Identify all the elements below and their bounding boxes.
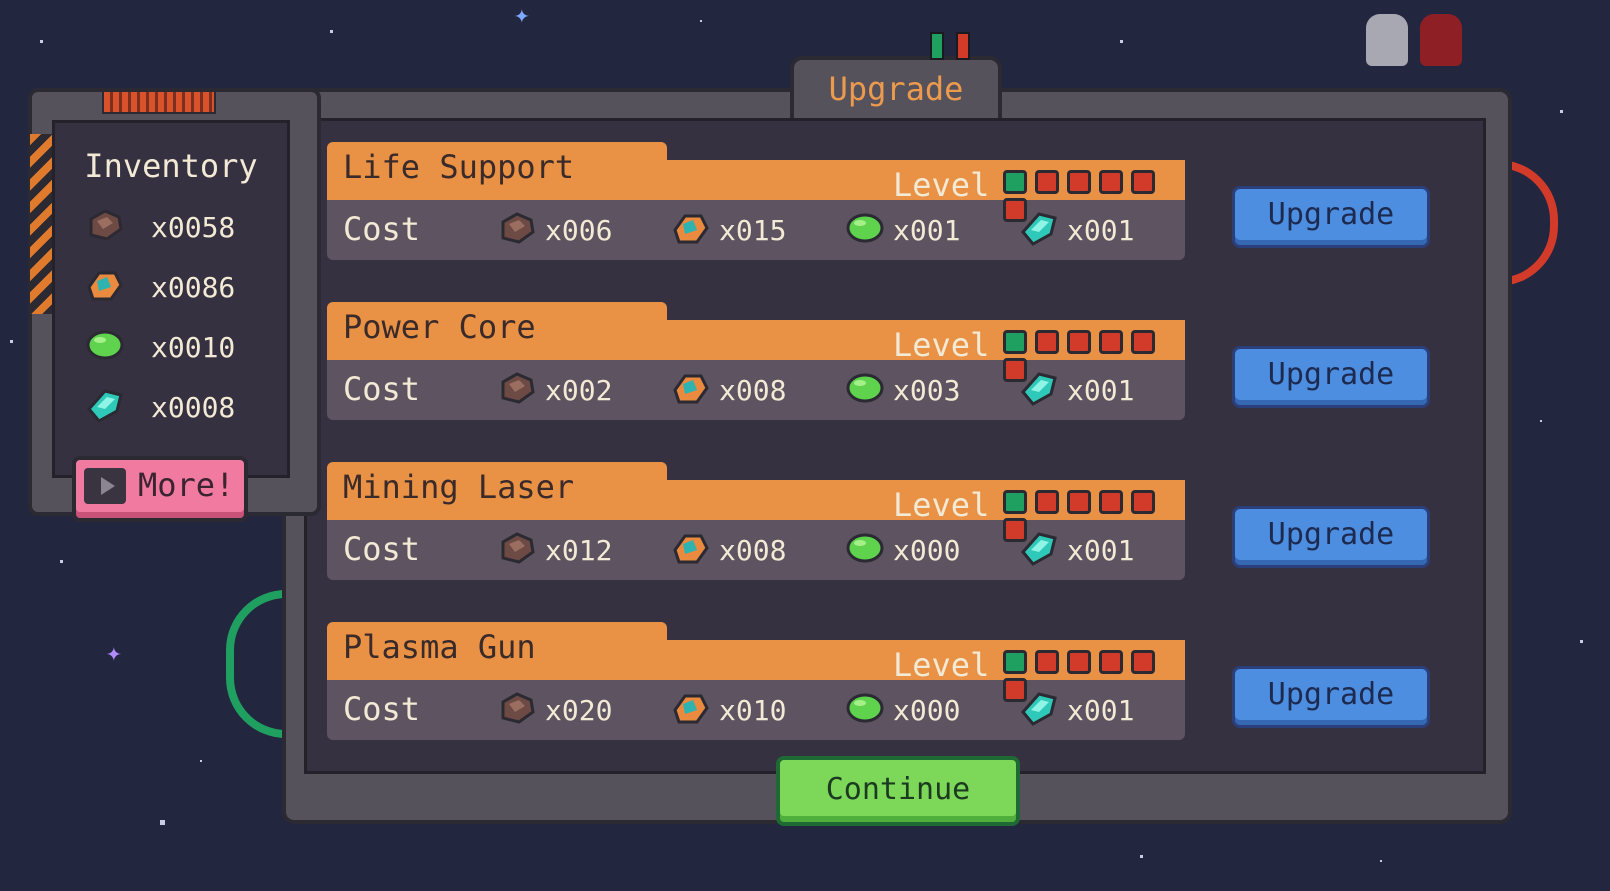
star: [1380, 860, 1382, 862]
more-button[interactable]: More!: [72, 456, 248, 522]
green-handle: [226, 590, 288, 738]
inventory-title: Inventory: [84, 147, 258, 185]
purple-star: ✦: [106, 638, 122, 668]
level-indicator: [1003, 170, 1187, 226]
copper-ore-icon: [673, 534, 709, 564]
level-pip: [1067, 330, 1091, 354]
level-pip: [1067, 490, 1091, 514]
star: [1560, 110, 1563, 113]
star: [1580, 640, 1583, 643]
level-pip: [1003, 678, 1027, 702]
cost-label: Cost: [343, 690, 421, 728]
green-gem-icon: [846, 373, 884, 403]
level-pip: [1003, 330, 1027, 354]
level-pip: [1131, 490, 1155, 514]
green-gem-icon: [846, 213, 884, 243]
copper-ore-icon: [673, 694, 709, 724]
inventory-item: x0010: [85, 323, 285, 369]
status-light-red: [956, 32, 970, 60]
level-label: Level: [893, 646, 990, 684]
level-pip: [1003, 198, 1027, 222]
level-pip: [1035, 170, 1059, 194]
level-pip: [1035, 490, 1059, 514]
iron-ore-icon: [89, 209, 123, 241]
level-label: Level: [893, 486, 990, 524]
level-label: Level: [893, 326, 990, 364]
inventory-item: x0086: [85, 263, 285, 309]
star: [330, 30, 333, 33]
star: [1540, 420, 1542, 422]
upgrade-name: Plasma Gun: [343, 628, 536, 666]
inventory-item: x0008: [85, 383, 285, 429]
upgrade-button[interactable]: Upgrade: [1232, 186, 1430, 248]
upgrade-row-life-support: Life Support Level Cost x006 x015 x001 x…: [327, 142, 1187, 264]
level-pip: [1131, 170, 1155, 194]
white-bulb-icon: [1366, 14, 1408, 66]
green-gem-icon: [846, 533, 884, 563]
star: [1120, 40, 1123, 43]
level-pip: [1003, 358, 1027, 382]
level-pip: [1035, 650, 1059, 674]
star: [10, 340, 13, 343]
level-pip: [1035, 330, 1059, 354]
status-light-green: [930, 32, 944, 60]
star: [160, 820, 165, 825]
level-pip: [1131, 330, 1155, 354]
star: [1140, 855, 1143, 858]
copper-ore-icon: [87, 271, 123, 301]
level-pip: [1099, 490, 1123, 514]
iron-ore-icon: [501, 692, 535, 724]
copper-ore-icon: [673, 374, 709, 404]
iron-ore-icon: [501, 212, 535, 244]
upgrade-row-mining-laser: Mining Laser Level Cost x012 x008 x000 x…: [327, 462, 1187, 584]
title-tab: Upgrade: [790, 56, 1002, 120]
cost-label: Cost: [343, 370, 421, 408]
inventory-item: x0058: [85, 203, 285, 249]
level-label: Level: [893, 166, 990, 204]
level-pip: [1003, 170, 1027, 194]
upgrade-name: Life Support: [343, 148, 575, 186]
level-pip: [1099, 170, 1123, 194]
level-pip: [1067, 170, 1091, 194]
copper-ore-icon: [673, 214, 709, 244]
cost-label: Cost: [343, 530, 421, 568]
blue-star: ✦: [514, 0, 530, 30]
star: [700, 20, 702, 22]
level-pip: [1099, 650, 1123, 674]
page-title: Upgrade: [828, 70, 964, 108]
upgrade-button[interactable]: Upgrade: [1232, 506, 1430, 568]
iron-ore-icon: [501, 532, 535, 564]
upgrade-row-plasma-gun: Plasma Gun Level Cost x020 x010 x000 x00…: [327, 622, 1187, 744]
level-indicator: [1003, 330, 1187, 386]
star: [40, 40, 43, 43]
upgrade-button[interactable]: Upgrade: [1232, 666, 1430, 728]
green-gem-icon: [86, 330, 124, 360]
level-pip: [1067, 650, 1091, 674]
star: [200, 760, 202, 762]
level-pip: [1003, 518, 1027, 542]
level-pip: [1003, 490, 1027, 514]
upgrade-button[interactable]: Upgrade: [1232, 346, 1430, 408]
inventory-panel: Inventory x0058 x0086 x0010 x0008: [52, 120, 290, 478]
star: [60, 560, 63, 563]
vent-decoration: [102, 90, 216, 114]
hazard-stripe: [30, 134, 54, 314]
cyan-crystal-icon: [87, 389, 123, 423]
upgrade-name: Mining Laser: [343, 468, 575, 506]
green-gem-icon: [846, 693, 884, 723]
play-video-icon: [84, 468, 126, 504]
level-indicator: [1003, 490, 1187, 546]
level-pip: [1131, 650, 1155, 674]
upgrade-name: Power Core: [343, 308, 536, 346]
level-pip: [1003, 650, 1027, 674]
level-indicator: [1003, 650, 1187, 706]
upgrade-row-power-core: Power Core Level Cost x002 x008 x003 x00…: [327, 302, 1187, 424]
level-pip: [1099, 330, 1123, 354]
red-bulb-icon: [1420, 14, 1462, 66]
continue-button[interactable]: Continue: [776, 756, 1020, 826]
iron-ore-icon: [501, 372, 535, 404]
cost-label: Cost: [343, 210, 421, 248]
